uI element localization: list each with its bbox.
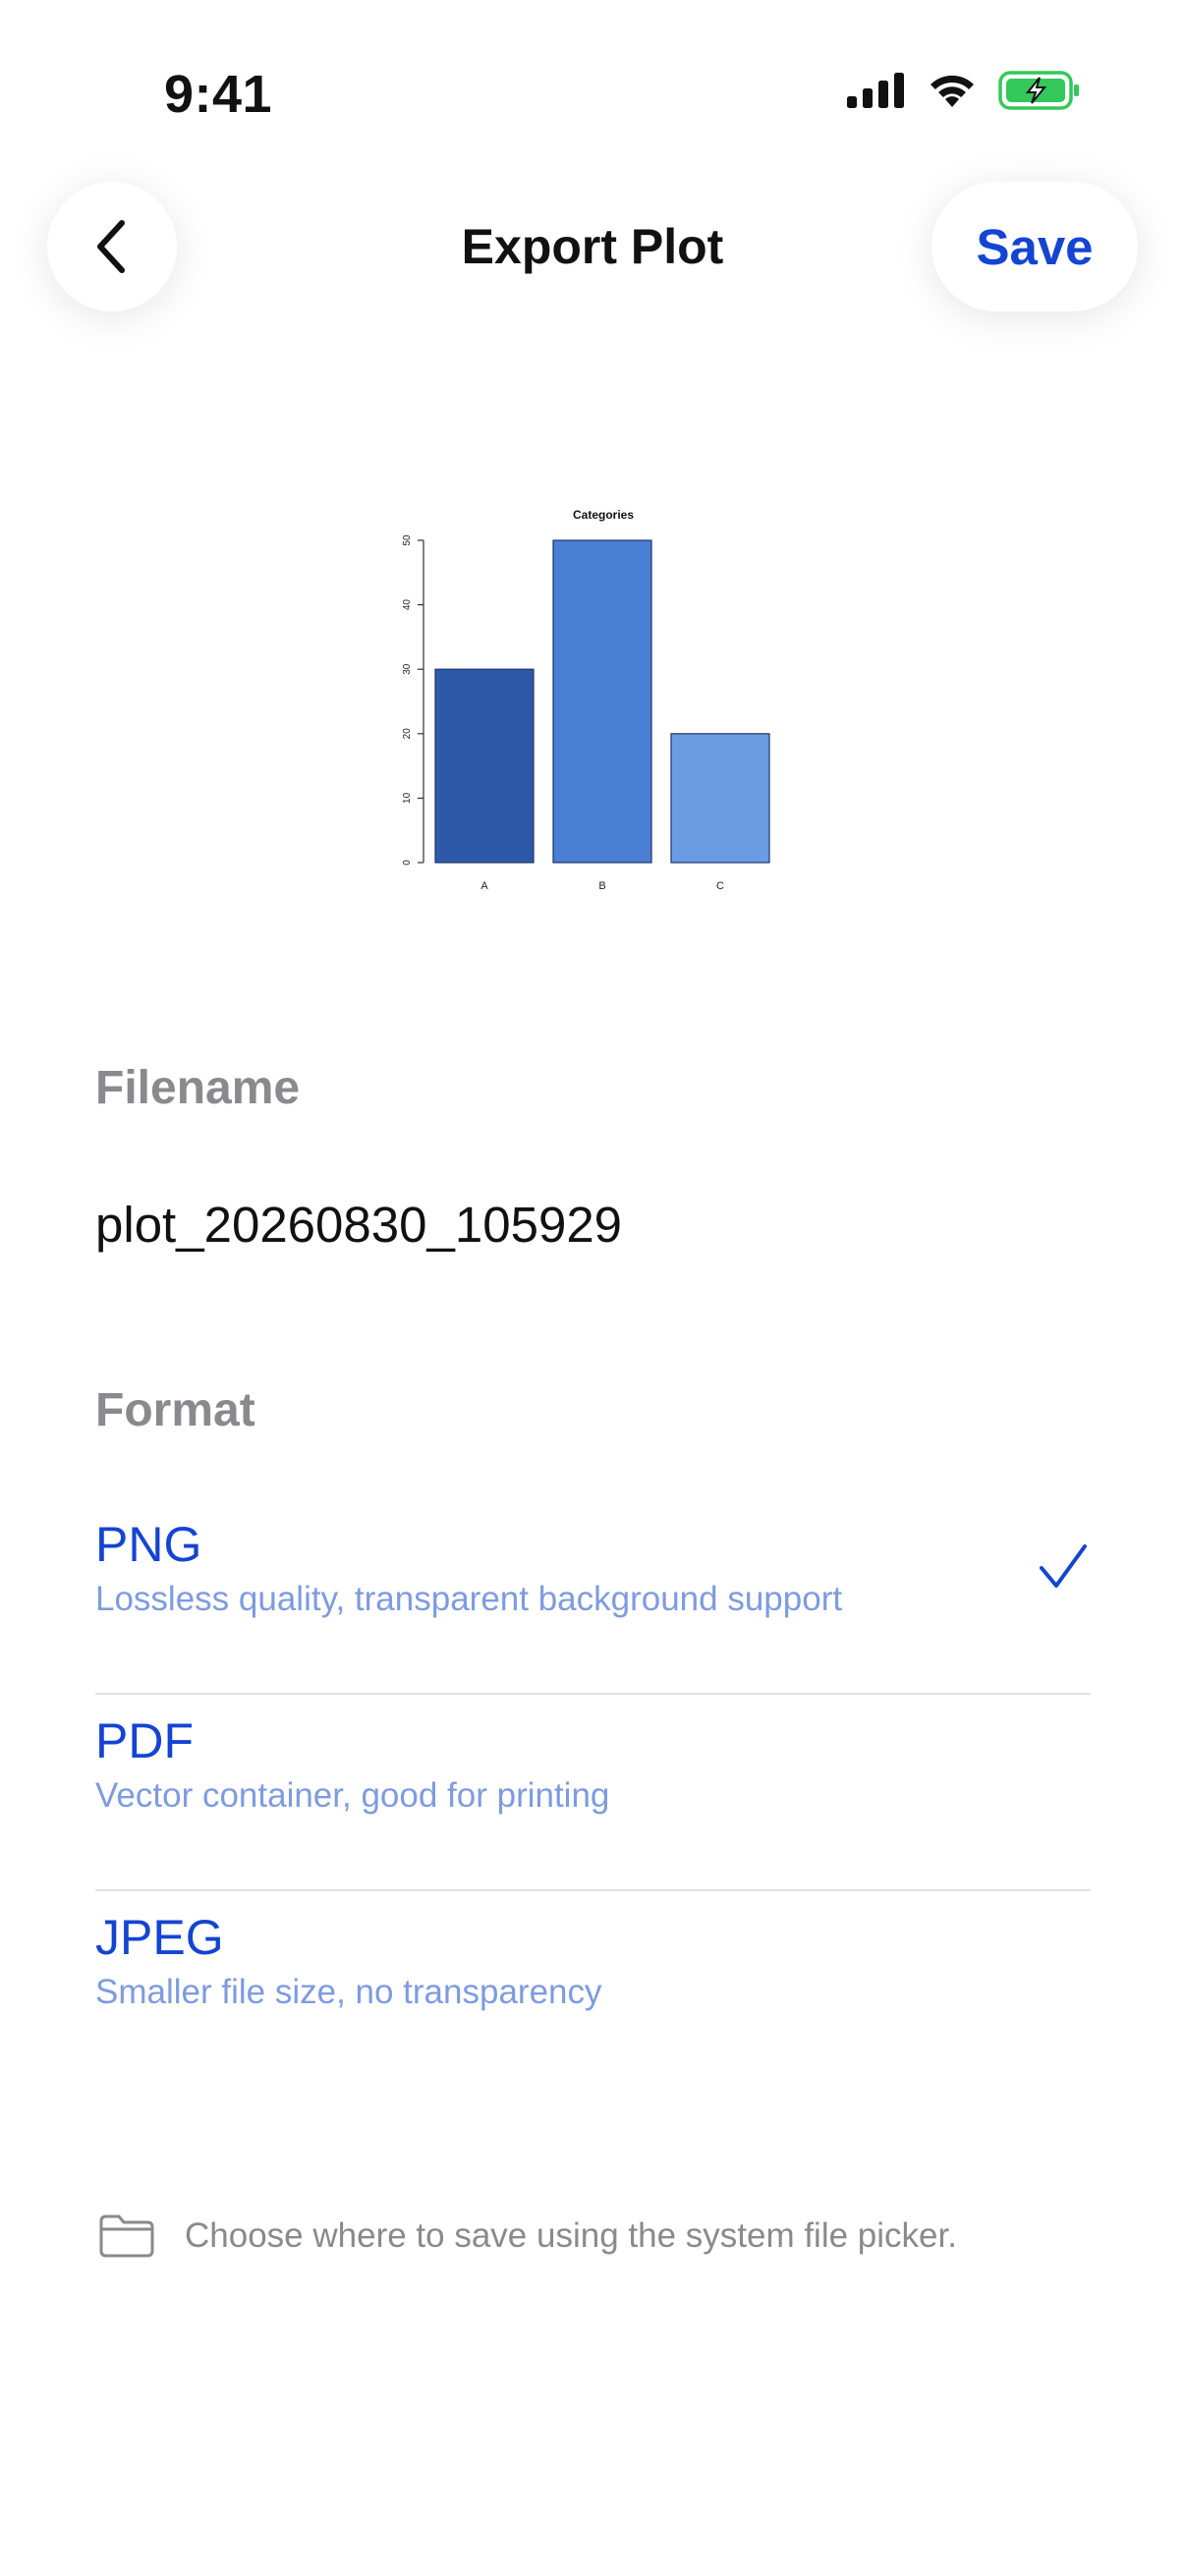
bar-b xyxy=(552,539,652,864)
navigation-header: Export Plot Save xyxy=(0,182,1185,311)
x-tick-label: A xyxy=(480,880,488,892)
format-options-list: PNG Lossless quality, transparent backgr… xyxy=(95,1498,1091,2088)
checkmark-icon xyxy=(1040,1544,1087,1588)
bar-c xyxy=(670,733,770,864)
status-bar: 9:41 xyxy=(0,0,1185,187)
x-axis-labels: A B C xyxy=(480,880,724,892)
chevron-left-icon xyxy=(97,220,125,273)
format-option-name: PNG xyxy=(95,1517,202,1572)
filename-label: Filename xyxy=(95,1062,301,1114)
status-time: 9:41 xyxy=(164,65,273,124)
bar-a xyxy=(434,668,535,864)
save-location-note: Choose where to save using the system fi… xyxy=(98,2213,957,2259)
x-tick-label: B xyxy=(598,880,605,892)
format-option-pdf[interactable]: PDF Vector container, good for printing xyxy=(95,1695,1091,1891)
export-plot-screen: 9:41 Export Plot Save Categories 0 10 20… xyxy=(0,0,1185,2576)
format-option-name: JPEG xyxy=(95,1910,224,1965)
format-option-png[interactable]: PNG Lossless quality, transparent backgr… xyxy=(95,1498,1091,1695)
format-option-jpeg[interactable]: JPEG Smaller file size, no transparency xyxy=(95,1891,1091,2088)
y-axis-ticks: 0 10 20 30 40 50 xyxy=(402,534,423,866)
y-tick-label: 20 xyxy=(402,728,413,740)
back-button[interactable] xyxy=(47,182,177,311)
status-icons xyxy=(847,71,1081,110)
cellular-signal-icon xyxy=(847,73,904,108)
plot-preview-chart: Categories 0 10 20 30 40 50 A B C xyxy=(402,508,770,892)
chart-title: Categories xyxy=(573,508,634,522)
format-label: Format xyxy=(95,1384,255,1436)
footer-note-text: Choose where to save using the system fi… xyxy=(185,2216,957,2255)
format-option-description: Vector container, good for printing xyxy=(95,1776,610,1815)
wifi-icon xyxy=(931,75,974,107)
save-button[interactable]: Save xyxy=(931,182,1138,311)
format-option-description: Lossless quality, transparent background… xyxy=(95,1580,843,1618)
format-option-description: Smaller file size, no transparency xyxy=(95,1973,602,2011)
y-tick-label: 50 xyxy=(402,534,413,546)
battery-charging-icon xyxy=(998,71,1079,110)
x-tick-label: C xyxy=(716,880,724,892)
y-tick-label: 30 xyxy=(402,663,413,675)
bars-group xyxy=(434,539,770,864)
y-tick-label: 10 xyxy=(402,792,413,804)
format-option-name: PDF xyxy=(95,1713,194,1768)
y-tick-label: 40 xyxy=(402,599,413,611)
filename-field[interactable]: plot_20260830_105929 xyxy=(95,1196,622,1254)
folder-icon xyxy=(99,2214,154,2258)
y-tick-label: 0 xyxy=(402,860,413,866)
